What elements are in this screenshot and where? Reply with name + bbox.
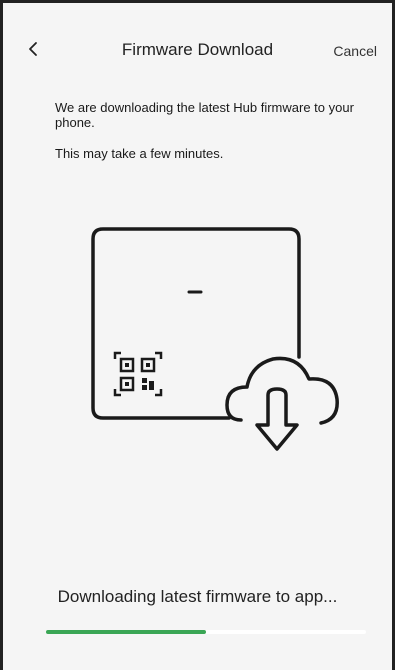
description-line-1: We are downloading the latest Hub firmwa…: [55, 100, 354, 130]
header: Firmware Download Cancel: [3, 31, 392, 71]
download-progress-bar: [46, 630, 366, 634]
description: We are downloading the latest Hub firmwa…: [55, 100, 355, 177]
qr-code-icon: [113, 351, 163, 397]
description-line-2: This may take a few minutes.: [55, 146, 224, 161]
cancel-button[interactable]: Cancel: [333, 43, 377, 59]
cloud-download-icon: [225, 356, 339, 451]
download-progress-fill: [46, 630, 206, 634]
hub-download-illustration: [89, 227, 349, 467]
download-status-text: Downloading latest firmware to app...: [57, 587, 338, 606]
firmware-download-screen: Firmware Download Cancel We are download…: [0, 0, 395, 670]
